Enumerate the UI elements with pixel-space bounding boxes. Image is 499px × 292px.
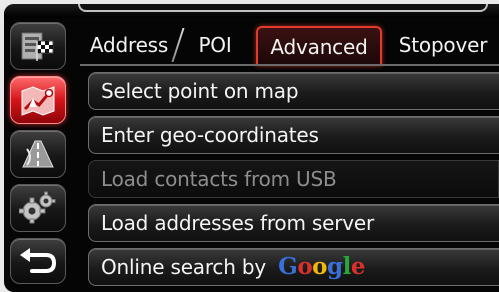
- navigation-button[interactable]: [10, 76, 66, 124]
- settings-button[interactable]: [10, 184, 66, 232]
- navigation-screen: Address POI Advanced Stopover Select poi…: [4, 4, 499, 292]
- left-rail: [10, 22, 70, 288]
- list-item-label: Online search by: [101, 255, 266, 279]
- top-bar: [4, 4, 499, 18]
- google-letter: g: [327, 253, 343, 280]
- destination-button[interactable]: [10, 22, 66, 70]
- select-point-on-map-item[interactable]: Select point on map: [88, 72, 499, 110]
- enter-geo-coordinates-item[interactable]: Enter geo-coordinates: [88, 116, 499, 154]
- tab-poi[interactable]: POI: [184, 26, 246, 66]
- top-bezel: [78, 4, 488, 12]
- online-search-google-item[interactable]: Online search by Google: [88, 248, 499, 286]
- list-item-label: Select point on map: [101, 79, 299, 103]
- google-letter: G: [278, 253, 298, 280]
- tab-advanced[interactable]: Advanced: [256, 26, 382, 66]
- load-addresses-from-server-item[interactable]: Load addresses from server: [88, 204, 499, 242]
- load-contacts-from-usb-item: Load contacts from USB: [88, 160, 499, 198]
- google-letter: e: [350, 253, 366, 280]
- list-item-label: Load contacts from USB: [101, 167, 337, 191]
- tab-underline: [80, 64, 499, 66]
- tab-stopover[interactable]: Stopover: [390, 26, 496, 66]
- settings-gears-icon: [19, 191, 57, 225]
- tab-address[interactable]: Address: [84, 26, 174, 66]
- google-letter: o: [297, 253, 313, 280]
- google-letter: o: [312, 253, 328, 280]
- list-item-label: Load addresses from server: [101, 211, 375, 235]
- google-logo: Google: [278, 253, 365, 280]
- list-item-label: Enter geo-coordinates: [101, 123, 319, 147]
- route-road-icon: [19, 137, 57, 171]
- navigation-map-icon: [19, 83, 57, 117]
- tab-bar: Address POI Advanced Stopover: [80, 20, 499, 66]
- google-letter: l: [342, 253, 352, 280]
- route-button[interactable]: [10, 130, 66, 178]
- destination-flag-icon: [20, 29, 56, 63]
- back-button[interactable]: [10, 238, 66, 284]
- back-arrow-icon: [18, 247, 58, 275]
